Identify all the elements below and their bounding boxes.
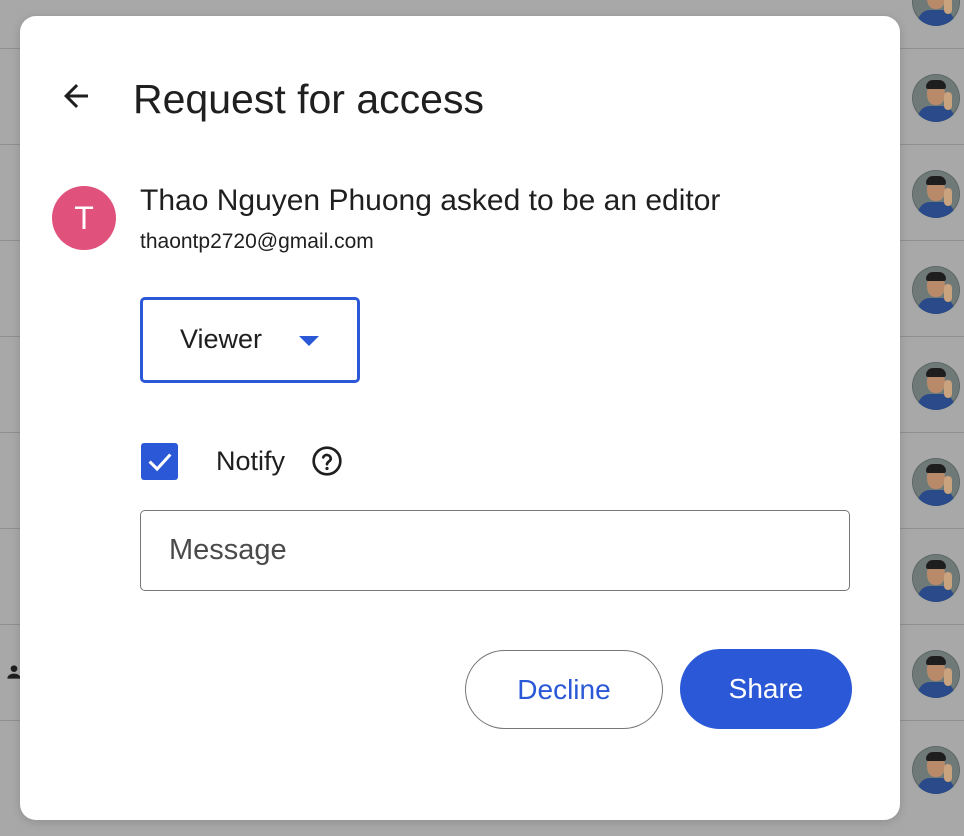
background-user-avatar [912, 0, 960, 26]
background-user-avatar [912, 650, 960, 698]
background-user-avatar [912, 746, 960, 794]
background-user-avatar [912, 362, 960, 410]
caret-down-icon [299, 336, 319, 346]
message-input[interactable] [140, 510, 850, 591]
background-user-avatar [912, 554, 960, 602]
background-user-avatar [912, 266, 960, 314]
share-button[interactable]: Share [680, 649, 852, 729]
decline-button[interactable]: Decline [465, 650, 663, 729]
help-circle-icon[interactable] [311, 445, 343, 477]
request-message: Thao Nguyen Phuong asked to be an editor [140, 184, 721, 217]
request-access-dialog: Request for access T Thao Nguyen Phuong … [20, 16, 900, 820]
arrow-back-icon [64, 84, 88, 108]
dialog-title: Request for access [133, 76, 484, 122]
avatar-initial: T [74, 199, 94, 236]
background-user-avatar [912, 170, 960, 218]
requester-avatar: T [52, 186, 116, 250]
share-button-label: Share [728, 673, 804, 704]
background-user-avatar [912, 458, 960, 506]
back-button[interactable] [52, 72, 100, 120]
background-user-avatar [912, 74, 960, 122]
role-dropdown[interactable]: Viewer [140, 297, 360, 383]
requester-email: thaontp2720@gmail.com [140, 230, 374, 253]
decline-button-label: Decline [517, 673, 611, 705]
role-selected-label: Viewer [180, 324, 263, 354]
checkmark-icon [148, 452, 171, 471]
notify-checkbox[interactable] [141, 443, 178, 480]
notify-label: Notify [216, 446, 286, 476]
